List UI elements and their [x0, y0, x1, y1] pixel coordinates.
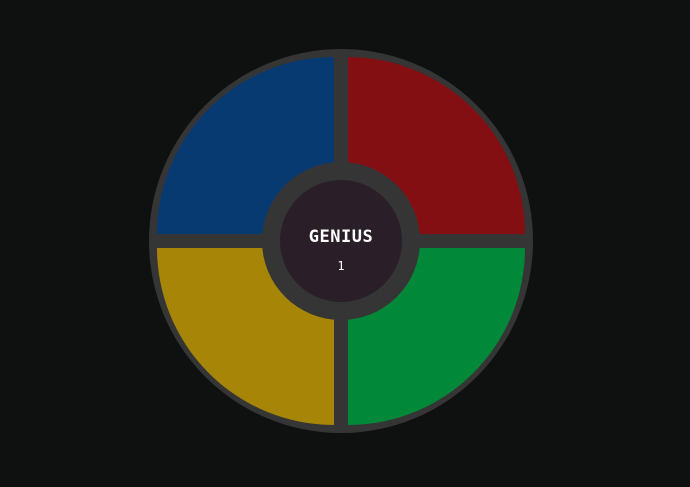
genius-board: GENIUS 1	[149, 49, 533, 433]
center-display: GENIUS 1	[280, 180, 402, 302]
center-hub: GENIUS 1	[262, 162, 420, 320]
score-display: 1	[337, 259, 345, 273]
game-title: GENIUS	[308, 227, 374, 247]
game-stage: GENIUS 1	[0, 0, 690, 487]
